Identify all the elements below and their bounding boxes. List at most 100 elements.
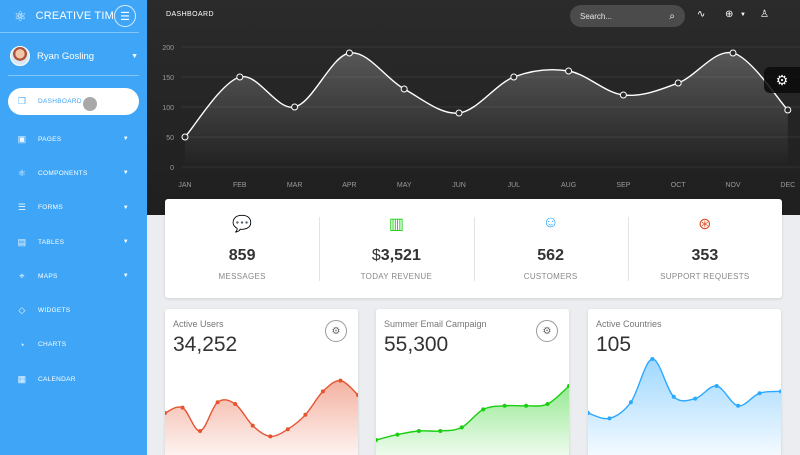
sidebar-item-label: MAPS	[38, 272, 58, 280]
data-point	[320, 389, 325, 394]
sidebar-item-dashboard[interactable]: ❒ DASHBOARD	[8, 88, 139, 115]
card-active-countries: Active Countries 105	[588, 309, 781, 455]
brand[interactable]: ⚛ CREATIVE TIM ☰	[0, 0, 139, 33]
data-point	[714, 384, 719, 388]
activity-icon[interactable]: ∿	[697, 9, 705, 20]
sidebar-item-charts[interactable]: ◔ CHARTS	[0, 328, 147, 362]
table-icon: ▤	[17, 236, 27, 247]
x-tick-label: APR	[342, 182, 356, 189]
globe-icon[interactable]: ⊕	[725, 9, 733, 20]
stat-customers: ☺ 562 CUSTOMERS	[473, 199, 628, 298]
card-active-users: Active Users 34,252 ⚙	[165, 309, 358, 455]
x-tick-label: OCT	[671, 182, 687, 189]
card-value: 105	[596, 333, 632, 356]
data-point	[181, 133, 189, 141]
pin-icon: ⌖	[19, 270, 25, 281]
x-tick-label: AUG	[561, 182, 576, 189]
x-tick-label: NOV	[725, 182, 741, 189]
x-tick-label: JUL	[508, 182, 521, 189]
user-icon: ☺	[542, 214, 559, 231]
sidebar-item-maps[interactable]: ⌖ MAPS ▼	[0, 259, 147, 293]
stat-number: 3,521	[380, 247, 421, 264]
stat-value: 859	[229, 247, 256, 265]
data-point	[545, 402, 550, 406]
sidebar-item-label: TABLES	[38, 238, 65, 246]
data-point	[180, 405, 185, 410]
sidebar-item-tables[interactable]: ▤ TABLES ▼	[0, 225, 147, 259]
money-icon: ▥	[388, 216, 404, 233]
chevron-down-icon: ▼	[122, 170, 129, 177]
data-point	[338, 378, 343, 383]
user-icon[interactable]: ♙	[760, 9, 769, 20]
data-point	[285, 427, 290, 432]
mouse-cursor	[83, 97, 97, 111]
data-point	[459, 425, 464, 430]
gear-icon: ⚙	[542, 325, 552, 337]
user-name: Ryan Gosling	[37, 50, 95, 62]
sidebar: ⚛ CREATIVE TIM ☰ Ryan Gosling ▼ ❒ DASHBOA…	[0, 0, 147, 455]
data-point	[671, 394, 676, 399]
x-tick-label: SEP	[616, 182, 630, 189]
stat-label: TODAY REVENUE	[360, 272, 433, 281]
y-tick-label: 100	[162, 105, 174, 112]
data-point	[291, 103, 299, 111]
card-summer-email-campaign: Summer Email Campaign 55,300 ⚙	[376, 309, 569, 455]
y-tick-label: 0	[170, 165, 174, 172]
data-point	[729, 49, 737, 57]
diamond-icon: ◇	[18, 305, 26, 316]
data-point	[303, 412, 308, 417]
search-icon[interactable]: ⌕	[669, 11, 675, 22]
main-line-chart: 0 50 100 150 200 JAN FEB MAR APR MAY JUN JUL AUG SEP O…	[162, 45, 800, 189]
x-tick-label: FEB	[233, 182, 247, 189]
series-area	[376, 386, 569, 455]
chevron-down-icon[interactable]: ▼	[740, 12, 746, 18]
divider	[8, 75, 139, 76]
data-point	[215, 400, 220, 405]
chevron-down-icon: ▼	[122, 136, 129, 143]
react-logo-icon: ⚛	[14, 7, 27, 24]
card-settings-button[interactable]: ⚙	[536, 320, 558, 342]
sidebar-item-widgets[interactable]: ◇ WIDGETS	[0, 293, 147, 327]
data-point	[650, 357, 655, 361]
card-settings-button[interactable]: ⚙	[325, 320, 347, 342]
sidebar-item-label: FORMS	[38, 204, 63, 212]
card-title: Summer Email Campaign	[384, 319, 487, 329]
stat-messages: 💬 859 MESSAGES	[165, 199, 319, 298]
atom-icon: ⚛	[17, 167, 27, 178]
data-point	[236, 73, 244, 81]
data-point	[736, 403, 741, 408]
sidebar-item-label: PAGES	[38, 135, 62, 143]
search-input[interactable]	[580, 11, 660, 21]
card-value: 55,300	[384, 333, 449, 356]
data-point	[619, 91, 627, 99]
chat-icon: 💬	[232, 216, 253, 233]
settings-gear-button[interactable]: ⚙	[764, 67, 800, 93]
y-tick-label: 150	[162, 75, 174, 82]
stat-label: MESSAGES	[218, 272, 266, 281]
card-chart	[588, 357, 781, 455]
stat-number: 562	[537, 247, 564, 264]
sidebar-toggle-button[interactable]: ☰	[114, 5, 136, 27]
x-tick-label: DEC	[780, 182, 795, 189]
stat-value: 353	[692, 247, 719, 265]
data-point	[268, 434, 273, 439]
data-point	[674, 79, 682, 87]
sidebar-item-forms[interactable]: ☰ FORMS ▼	[0, 191, 147, 225]
sidebar-item-calendar[interactable]: ▦ CALENDAR	[0, 362, 147, 396]
stat-label: CUSTOMERS	[523, 272, 578, 281]
chevron-down-icon: ▼	[122, 204, 129, 211]
chevron-down-icon: ▼	[131, 52, 138, 60]
data-point	[502, 403, 507, 408]
data-point	[416, 429, 421, 433]
data-point	[345, 49, 353, 57]
x-tick-label: MAR	[287, 182, 303, 189]
data-point	[757, 391, 762, 396]
chevron-down-icon: ▼	[122, 273, 129, 280]
sidebar-item-pages[interactable]: ▣ PAGES ▼	[0, 122, 147, 156]
data-point	[400, 85, 408, 93]
user-menu[interactable]: Ryan Gosling ▼	[10, 42, 138, 70]
search-box[interactable]: ⌕	[570, 5, 685, 27]
data-point	[198, 429, 203, 433]
image-icon: ▣	[17, 133, 27, 144]
sidebar-item-components[interactable]: ⚛ COMPONENTS ▼	[0, 156, 147, 190]
